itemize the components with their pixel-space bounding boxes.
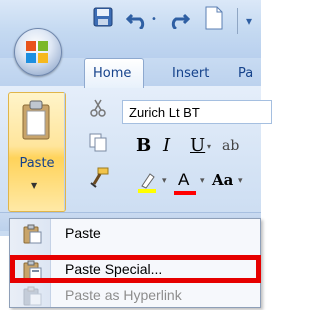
new-document-icon[interactable] bbox=[204, 6, 224, 34]
change-case-button[interactable]: Aa bbox=[212, 171, 233, 189]
copy-icon[interactable] bbox=[88, 132, 108, 156]
paste-special-highlight-box bbox=[10, 255, 261, 283]
office-button[interactable] bbox=[14, 28, 62, 76]
font-color-swatch bbox=[174, 191, 196, 195]
tab-insert[interactable]: Insert bbox=[172, 66, 209, 81]
clipboard-icon bbox=[22, 100, 50, 140]
font-name-field[interactable]: Zurich Lt BT bbox=[122, 100, 272, 124]
cut-icon[interactable] bbox=[88, 98, 108, 122]
menu-item-paste[interactable]: Paste bbox=[10, 221, 260, 247]
paste-button-label[interactable]: Paste bbox=[12, 156, 62, 171]
menu-item-paste-hyperlink: Paste as Hyperlink bbox=[10, 283, 260, 309]
tab-page-layout[interactable]: Pa bbox=[238, 66, 253, 81]
font-color-dropdown-icon[interactable]: ▾ bbox=[200, 176, 205, 186]
paste-dropdown-arrow[interactable]: ▼ bbox=[31, 181, 37, 190]
menu-item-label: Paste bbox=[65, 225, 101, 241]
strikethrough-partial[interactable]: ab bbox=[222, 138, 239, 154]
paste-icon bbox=[22, 224, 42, 244]
paste-button[interactable] bbox=[8, 92, 66, 212]
paste-hyperlink-icon bbox=[22, 286, 42, 306]
group-divider bbox=[64, 92, 65, 210]
save-icon[interactable] bbox=[92, 6, 114, 32]
redo-icon[interactable] bbox=[166, 9, 191, 33]
menu-item-label: Paste as Hyperlink bbox=[65, 287, 182, 303]
undo-icon[interactable] bbox=[125, 9, 150, 33]
underline-dropdown-icon[interactable]: ▾ bbox=[207, 142, 211, 151]
toolbar-separator bbox=[237, 8, 238, 34]
italic-button[interactable]: I bbox=[163, 135, 170, 156]
bold-button[interactable]: B bbox=[136, 135, 151, 156]
office-logo-icon bbox=[26, 41, 48, 63]
text-highlight-icon[interactable] bbox=[136, 170, 158, 198]
format-painter-icon[interactable] bbox=[88, 166, 110, 192]
highlight-dropdown-icon[interactable]: ▾ bbox=[162, 176, 167, 186]
change-case-dropdown-icon[interactable]: ▾ bbox=[238, 176, 243, 186]
customize-toolbar-icon[interactable]: ▾ bbox=[246, 14, 252, 28]
font-color-glyph: A bbox=[178, 170, 190, 189]
undo-dropdown-icon[interactable]: • bbox=[151, 14, 157, 25]
underline-button[interactable]: U bbox=[190, 135, 205, 156]
tab-home[interactable]: Home bbox=[93, 66, 131, 81]
